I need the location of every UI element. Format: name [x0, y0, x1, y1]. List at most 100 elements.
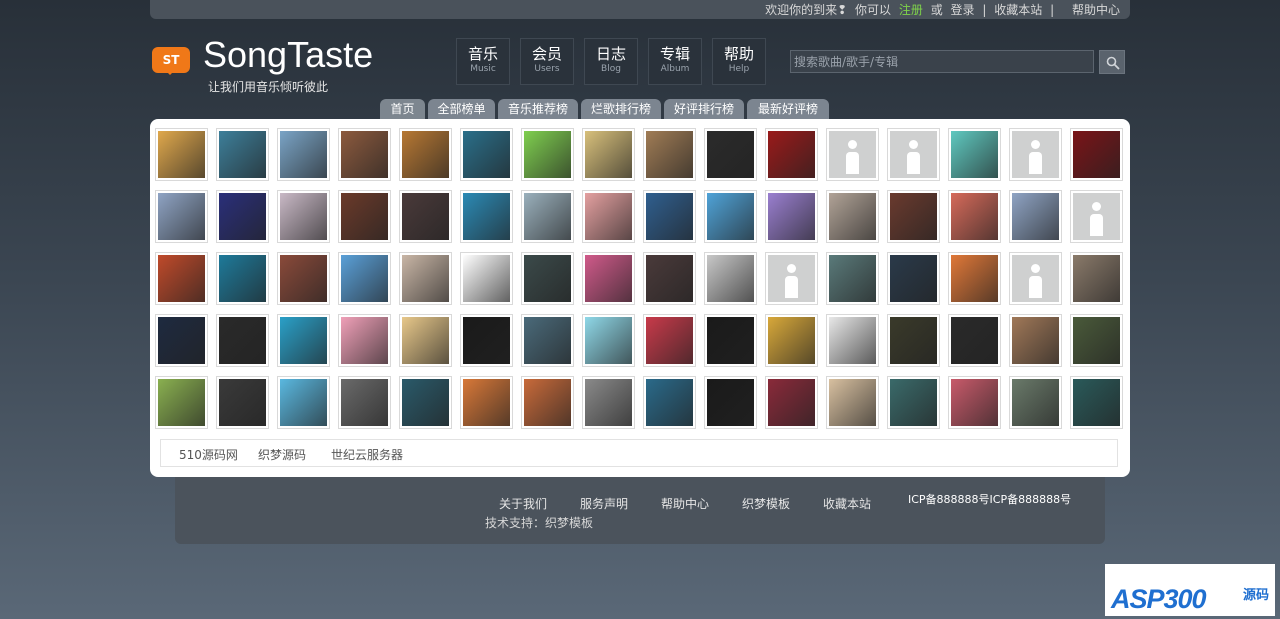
user-avatar-thumb[interactable] — [1009, 190, 1062, 243]
user-avatar-thumb[interactable] — [521, 376, 574, 429]
user-avatar-thumb[interactable] — [460, 376, 513, 429]
site-logo[interactable]: SongTaste — [203, 34, 373, 76]
user-avatar-thumb[interactable] — [216, 314, 269, 367]
user-avatar-thumb[interactable] — [765, 190, 818, 243]
user-avatar-thumb[interactable] — [521, 314, 574, 367]
user-avatar-thumb[interactable] — [155, 314, 208, 367]
user-avatar-thumb[interactable] — [582, 252, 635, 305]
user-avatar-thumb[interactable] — [704, 190, 757, 243]
user-avatar-thumb[interactable] — [1009, 128, 1062, 181]
user-avatar-thumb[interactable] — [948, 314, 1001, 367]
user-avatar-thumb[interactable] — [582, 314, 635, 367]
user-avatar-thumb[interactable] — [338, 252, 391, 305]
user-avatar-thumb[interactable] — [948, 190, 1001, 243]
user-avatar-thumb[interactable] — [277, 128, 330, 181]
user-avatar-thumb[interactable] — [216, 128, 269, 181]
footer-link-templates[interactable]: 织梦模板 — [742, 495, 790, 512]
user-avatar-thumb[interactable] — [1070, 376, 1123, 429]
user-avatar-thumb[interactable] — [887, 252, 940, 305]
user-avatar-thumb[interactable] — [338, 376, 391, 429]
user-avatar-thumb[interactable] — [582, 190, 635, 243]
user-avatar-thumb[interactable] — [887, 314, 940, 367]
user-avatar-thumb[interactable] — [826, 190, 879, 243]
nav-blog[interactable]: 日志 Blog — [584, 38, 638, 85]
user-avatar-thumb[interactable] — [887, 376, 940, 429]
user-avatar-thumb[interactable] — [521, 128, 574, 181]
user-avatar-thumb[interactable] — [948, 128, 1001, 181]
tab-all-charts[interactable]: 全部榜单 — [428, 99, 495, 119]
user-avatar-thumb[interactable] — [582, 376, 635, 429]
register-link[interactable]: 注册 — [899, 3, 923, 17]
nav-help[interactable]: 帮助 Help — [712, 38, 766, 85]
tab-bad-songs-chart[interactable]: 烂歌排行榜 — [581, 99, 661, 119]
user-avatar-thumb[interactable] — [399, 314, 452, 367]
tab-home[interactable]: 首页 — [380, 99, 425, 119]
nav-music[interactable]: 音乐 Music — [456, 38, 510, 85]
user-avatar-thumb[interactable] — [643, 314, 696, 367]
user-avatar-thumb[interactable] — [582, 128, 635, 181]
footer-link-favorite[interactable]: 收藏本站 — [823, 495, 871, 512]
user-avatar-thumb[interactable] — [643, 376, 696, 429]
user-avatar-thumb[interactable] — [704, 314, 757, 367]
user-avatar-thumb[interactable] — [338, 314, 391, 367]
nav-album[interactable]: 专辑 Album — [648, 38, 702, 85]
user-avatar-thumb[interactable] — [338, 128, 391, 181]
user-avatar-thumb[interactable] — [460, 314, 513, 367]
login-link[interactable]: 登录 — [951, 3, 975, 17]
user-avatar-thumb[interactable] — [643, 190, 696, 243]
user-avatar-thumb[interactable] — [399, 376, 452, 429]
user-avatar-thumb[interactable] — [521, 190, 574, 243]
user-avatar-thumb[interactable] — [460, 128, 513, 181]
user-avatar-thumb[interactable] — [643, 252, 696, 305]
user-avatar-thumb[interactable] — [155, 376, 208, 429]
favorite-link[interactable]: 收藏本站 — [994, 3, 1042, 17]
user-avatar-thumb[interactable] — [277, 252, 330, 305]
footer-link-terms[interactable]: 服务声明 — [580, 495, 628, 512]
user-avatar-thumb[interactable] — [643, 128, 696, 181]
tab-latest-rated-chart[interactable]: 最新好评榜 — [747, 99, 829, 119]
user-avatar-thumb[interactable] — [1070, 314, 1123, 367]
friend-link[interactable]: 织梦源码 — [258, 446, 306, 463]
friend-link[interactable]: 510源码网 — [179, 446, 238, 463]
user-avatar-thumb[interactable] — [277, 376, 330, 429]
user-avatar-thumb[interactable] — [887, 190, 940, 243]
user-avatar-thumb[interactable] — [704, 128, 757, 181]
user-avatar-thumb[interactable] — [826, 314, 879, 367]
nav-users[interactable]: 会员 Users — [520, 38, 574, 85]
user-avatar-thumb[interactable] — [277, 190, 330, 243]
user-avatar-thumb[interactable] — [216, 252, 269, 305]
user-avatar-thumb[interactable] — [1009, 314, 1062, 367]
user-avatar-thumb[interactable] — [826, 252, 879, 305]
search-input[interactable]: 搜索歌曲/歌手/专辑 — [790, 50, 1094, 73]
user-avatar-thumb[interactable] — [521, 252, 574, 305]
user-avatar-thumb[interactable] — [460, 252, 513, 305]
user-avatar-thumb[interactable] — [826, 128, 879, 181]
user-avatar-thumb[interactable] — [277, 314, 330, 367]
user-avatar-thumb[interactable] — [887, 128, 940, 181]
help-link[interactable]: 帮助中心 — [1072, 3, 1120, 17]
user-avatar-thumb[interactable] — [765, 314, 818, 367]
tab-recommend-chart[interactable]: 音乐推荐榜 — [498, 99, 578, 119]
footer-link-about[interactable]: 关于我们 — [499, 495, 547, 512]
user-avatar-thumb[interactable] — [399, 128, 452, 181]
user-avatar-thumb[interactable] — [1070, 190, 1123, 243]
user-avatar-thumb[interactable] — [826, 376, 879, 429]
user-avatar-thumb[interactable] — [1070, 252, 1123, 305]
user-avatar-thumb[interactable] — [155, 190, 208, 243]
user-avatar-thumb[interactable] — [338, 190, 391, 243]
footer-link-help[interactable]: 帮助中心 — [661, 495, 709, 512]
logo-badge[interactable]: ST — [152, 47, 190, 75]
user-avatar-thumb[interactable] — [216, 190, 269, 243]
user-avatar-thumb[interactable] — [765, 376, 818, 429]
user-avatar-thumb[interactable] — [399, 190, 452, 243]
user-avatar-thumb[interactable] — [948, 376, 1001, 429]
user-avatar-thumb[interactable] — [1070, 128, 1123, 181]
user-avatar-thumb[interactable] — [1009, 252, 1062, 305]
tab-top-rated-chart[interactable]: 好评排行榜 — [664, 99, 744, 119]
friend-link[interactable]: 世纪云服务器 — [331, 446, 403, 463]
user-avatar-thumb[interactable] — [460, 190, 513, 243]
user-avatar-thumb[interactable] — [216, 376, 269, 429]
user-avatar-thumb[interactable] — [765, 128, 818, 181]
user-avatar-thumb[interactable] — [155, 252, 208, 305]
search-button[interactable] — [1099, 50, 1125, 74]
